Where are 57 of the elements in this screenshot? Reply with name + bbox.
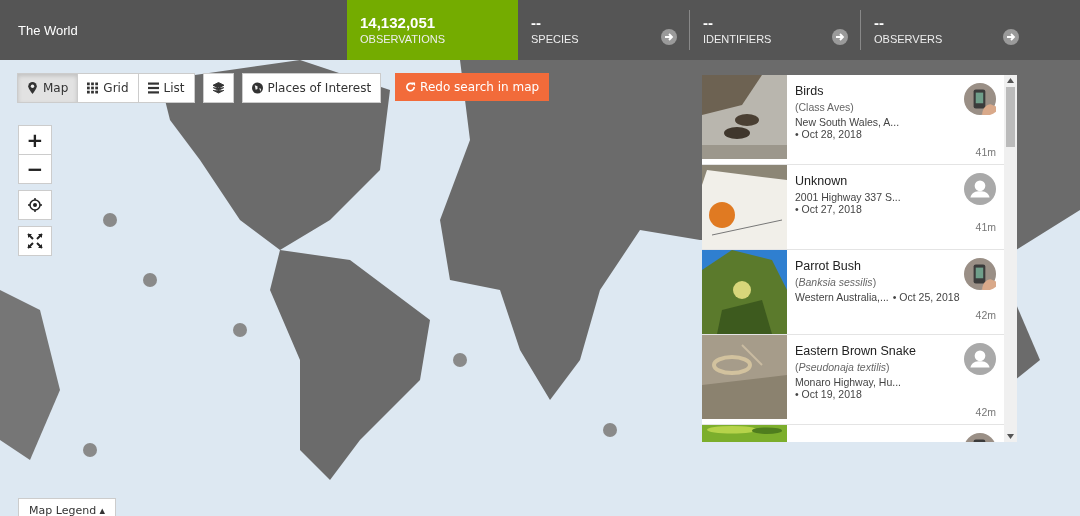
stat-tab[interactable]: -- SPECIES: [518, 0, 689, 60]
observation-name: Parrot Bush: [795, 259, 862, 273]
target-icon: [28, 198, 42, 212]
observation-dot: [453, 353, 467, 367]
observation-dot: [103, 213, 117, 227]
date-text: • Oct 27, 2018: [795, 203, 862, 215]
list-icon: [147, 82, 159, 94]
up-caret-icon: [1007, 78, 1014, 83]
pin-icon: [27, 82, 38, 94]
observation-row[interactable]: Unknown 2001 Highway 337 S... • Oct 27, 2018 41m: [702, 165, 1004, 250]
place-text: New South Wales, A...: [795, 116, 900, 128]
grid-icon: [87, 82, 99, 94]
date-text: • Oct 25, 2018: [892, 291, 960, 303]
locate-button[interactable]: [18, 190, 52, 220]
place-text: 2001 Highway 337 S...: [795, 191, 901, 203]
places-button[interactable]: Places of Interest: [241, 73, 382, 103]
map-legend-button[interactable]: Map Legend ▴: [18, 498, 117, 516]
view-tab[interactable]: Map: [17, 73, 79, 103]
observation-dot: [143, 273, 157, 287]
layers-icon: [212, 82, 224, 94]
observation-name: Birds: [795, 84, 825, 98]
scrollbar-thumb[interactable]: [1006, 87, 1015, 147]
fullscreen-button[interactable]: [18, 226, 52, 256]
zoom-in-button[interactable]: +: [18, 125, 52, 155]
layers-button[interactable]: [202, 73, 234, 103]
observation-dot: [233, 323, 247, 337]
observation-row[interactable]: Eastern Brown Snake (Pseudonaja textilis) Monaro Highway, Hu... • Oct 19, 2018 42m: [702, 335, 1004, 425]
view-tab[interactable]: List: [137, 73, 195, 103]
stat-tab[interactable]: -- IDENTIFIERS: [689, 10, 860, 50]
observation-name: Eastern Brown Snake: [795, 344, 917, 358]
user-icon: [964, 173, 996, 205]
observation-name: Unknown: [795, 174, 849, 188]
stat-tab[interactable]: -- OBSERVERS: [860, 10, 1031, 50]
observation-dot: [603, 423, 617, 437]
refresh-icon: [405, 81, 417, 93]
scrollbar[interactable]: [1004, 75, 1017, 442]
observation-row[interactable]: Parrot Bush (Banksia sessilis) Western Australia,... • Oct 25, 2018 42m: [702, 250, 1004, 335]
page-title: The World: [18, 23, 78, 37]
time-ago: 41m: [975, 146, 996, 158]
view-tab[interactable]: Grid: [77, 73, 139, 103]
observation-dot: [83, 443, 97, 457]
down-caret-icon: [1007, 434, 1014, 439]
user-icon: [964, 343, 996, 375]
zoom-out-button[interactable]: −: [18, 154, 52, 184]
taxon-name: (Banksia sessilis): [795, 276, 878, 288]
observation-row[interactable]: Birds (Class Aves) New South Wales, A... • Oct 28, 2018 41m: [702, 75, 1004, 165]
date-text: • Oct 28, 2018: [795, 128, 862, 140]
taxon-name: (Pseudonaja textilis): [795, 361, 891, 373]
time-ago: 41m: [975, 221, 996, 233]
place-text: Western Australia,...: [795, 291, 889, 303]
date-text: • Oct 19, 2018: [795, 388, 862, 400]
fullscreen-icon: [27, 233, 43, 249]
place-text: Monaro Highway, Hu...: [795, 376, 901, 388]
globe-icon: [251, 82, 263, 94]
time-ago: 42m: [975, 309, 996, 321]
time-ago: 42m: [975, 406, 996, 418]
taxon-name: (Class Aves): [795, 101, 855, 113]
